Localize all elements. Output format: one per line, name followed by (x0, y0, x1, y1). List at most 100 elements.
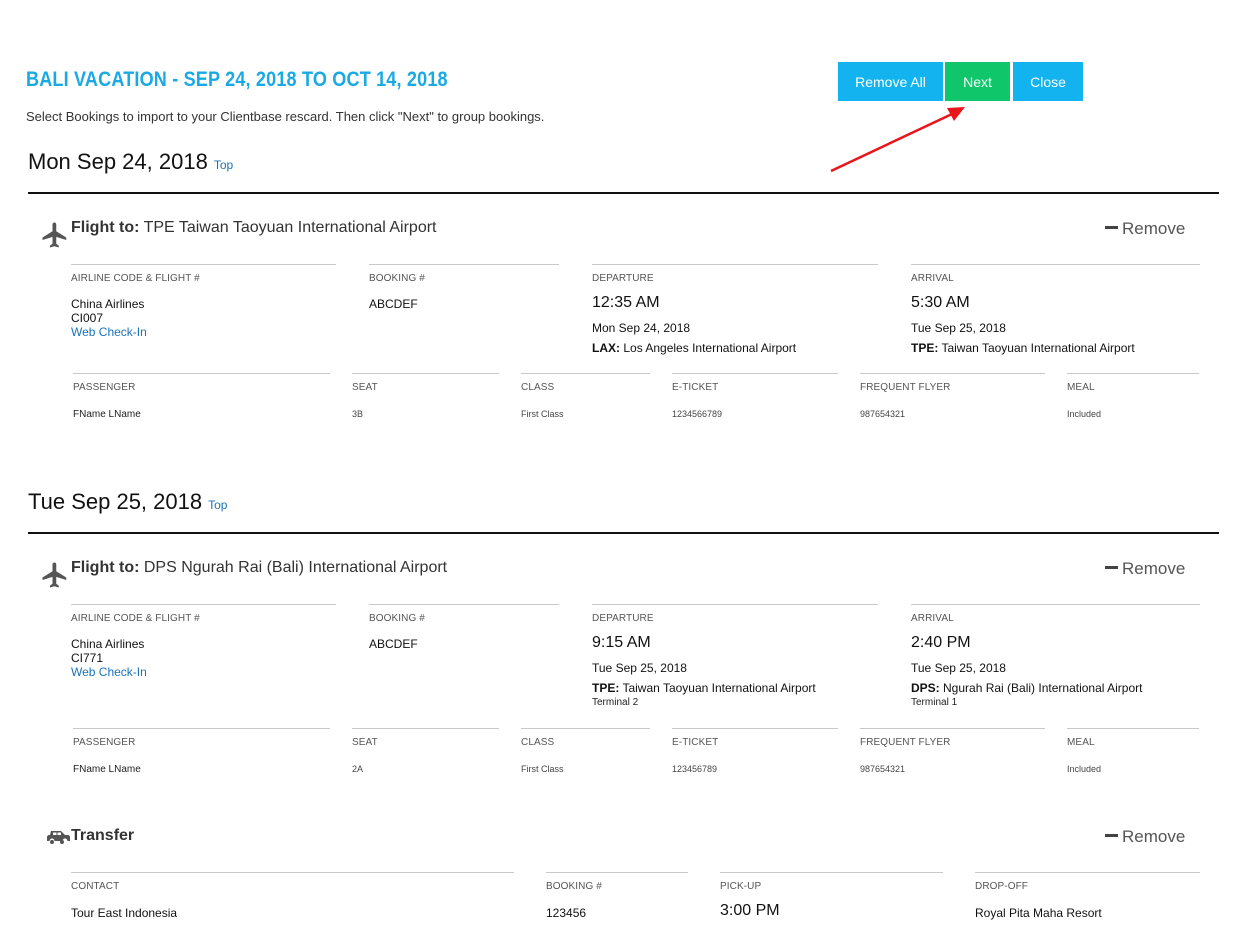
frequent-flyer-value: 987654321 (860, 764, 906, 774)
column-rule (860, 728, 1045, 729)
passenger-label: PASSENGER (73, 382, 136, 393)
column-rule (1067, 373, 1199, 374)
airline-label: AIRLINE CODE & FLIGHT # (71, 613, 200, 624)
flight-destination: TPE Taiwan Taoyuan International Airport (143, 219, 437, 236)
arrival-time: 2:40 PM (911, 634, 971, 651)
remove-all-button[interactable]: Remove All (838, 62, 943, 101)
column-rule (521, 728, 650, 729)
column-rule (546, 872, 688, 873)
column-rule (860, 373, 1045, 374)
frequent-flyer-label: FREQUENT FLYER (860, 737, 951, 748)
top-link[interactable]: Top (208, 498, 227, 512)
airline-name: China Airlines (71, 637, 145, 651)
day-divider (28, 192, 1219, 194)
booking-label: BOOKING # (369, 273, 425, 284)
passenger-label: PASSENGER (73, 737, 136, 748)
class-label: CLASS (521, 382, 555, 393)
column-rule (975, 872, 1200, 873)
pickup-time: 3:00 PM (720, 902, 780, 919)
eticket-value: 1234566789 (672, 409, 723, 419)
flight-destination: DPS Ngurah Rai (Bali) International Airp… (143, 559, 448, 576)
booking-number: ABCDEF (369, 297, 418, 311)
close-button[interactable]: Close (1013, 62, 1083, 101)
arrival-label: ARRIVAL (911, 613, 954, 624)
airplane-icon (42, 222, 67, 248)
airline-name: China Airlines (71, 297, 145, 311)
eticket-label: E-TICKET (672, 382, 719, 393)
booking-number: ABCDEF (369, 637, 418, 651)
flight-title: Flight to: DPS Ngurah Rai (Bali) Interna… (71, 559, 447, 577)
column-rule (352, 373, 499, 374)
column-rule (592, 604, 878, 605)
pickup-label: PICK-UP (720, 881, 762, 892)
seat-label: SEAT (352, 382, 378, 393)
eticket-label: E-TICKET (672, 737, 719, 748)
dropoff-value: Royal Pita Maha Resort (975, 906, 1102, 920)
seat-value: 3B (352, 409, 364, 419)
day-heading-date: Mon Sep 24, 2018 (28, 149, 208, 174)
column-rule (592, 264, 878, 265)
day-heading: Mon Sep 24, 2018 Top (28, 149, 233, 175)
meal-label: MEAL (1067, 382, 1095, 393)
column-rule (672, 373, 838, 374)
passenger-name: FName LName (73, 409, 141, 420)
arrival-date: Tue Sep 25, 2018 (911, 321, 1006, 335)
departure-date: Tue Sep 25, 2018 (592, 661, 687, 675)
column-rule (369, 604, 559, 605)
flight-title: Flight to: TPE Taiwan Taoyuan Internatio… (71, 219, 437, 237)
departure-time: 12:35 AM (592, 294, 660, 311)
remove-flight-button[interactable]: Remove (1105, 219, 1185, 239)
airline-label: AIRLINE CODE & FLIGHT # (71, 273, 200, 284)
column-rule (720, 872, 943, 873)
top-link[interactable]: Top (214, 158, 233, 172)
transfer-title: Transfer (71, 827, 135, 844)
column-rule (369, 264, 559, 265)
arrival-airport: DPS: Ngurah Rai (Bali) International Air… (911, 681, 1143, 695)
column-rule (911, 264, 1200, 265)
arrival-airport: TPE: Taiwan Taoyuan International Airpor… (911, 341, 1135, 355)
minus-icon (1105, 226, 1118, 230)
column-rule (73, 373, 330, 374)
seat-label: SEAT (352, 737, 378, 748)
day-divider (28, 532, 1219, 534)
departure-airport: LAX: Los Angeles International Airport (592, 341, 797, 355)
class-value: First Class (521, 764, 564, 774)
column-rule (71, 264, 336, 265)
frequent-flyer-label: FREQUENT FLYER (860, 382, 951, 393)
remove-label: Remove (1122, 219, 1186, 238)
column-rule (73, 728, 330, 729)
column-rule (352, 728, 499, 729)
day-heading-date: Tue Sep 25, 2018 (28, 489, 203, 514)
arrival-date: Tue Sep 25, 2018 (911, 661, 1006, 675)
column-rule (71, 872, 514, 873)
next-button[interactable]: Next (945, 62, 1010, 101)
column-rule (911, 604, 1200, 605)
annotation-arrow (830, 107, 965, 173)
web-checkin-link[interactable]: Web Check-In (71, 665, 147, 679)
booking-label: BOOKING # (369, 613, 425, 624)
departure-time: 9:15 AM (592, 634, 651, 651)
web-checkin-link[interactable]: Web Check-In (71, 325, 147, 339)
meal-value: Included (1067, 409, 1102, 419)
arrival-time: 5:30 AM (911, 294, 970, 311)
remove-label: Remove (1122, 827, 1186, 846)
column-rule (71, 604, 336, 605)
column-rule (521, 373, 650, 374)
remove-transfer-button[interactable]: Remove (1105, 827, 1185, 847)
transfer-booking-value: 123456 (546, 906, 587, 920)
flight-to-label: Flight to: (71, 559, 140, 576)
minus-icon (1105, 834, 1118, 838)
departure-date: Mon Sep 24, 2018 (592, 321, 691, 335)
class-label: CLASS (521, 737, 555, 748)
remove-flight-button[interactable]: Remove (1105, 559, 1185, 579)
departure-airport: TPE: Taiwan Taoyuan International Airpor… (592, 681, 816, 695)
airplane-icon (42, 562, 67, 588)
departure-terminal: Terminal 2 (592, 697, 639, 708)
day-heading: Tue Sep 25, 2018 Top (28, 489, 227, 515)
flight-to-label: Flight to: (71, 219, 140, 236)
page-title: BALI VACATION - SEP 24, 2018 TO OCT 14, … (26, 68, 448, 91)
class-value: First Class (521, 409, 564, 419)
remove-label: Remove (1122, 559, 1186, 578)
departure-label: DEPARTURE (592, 613, 654, 624)
minus-icon (1105, 566, 1118, 570)
